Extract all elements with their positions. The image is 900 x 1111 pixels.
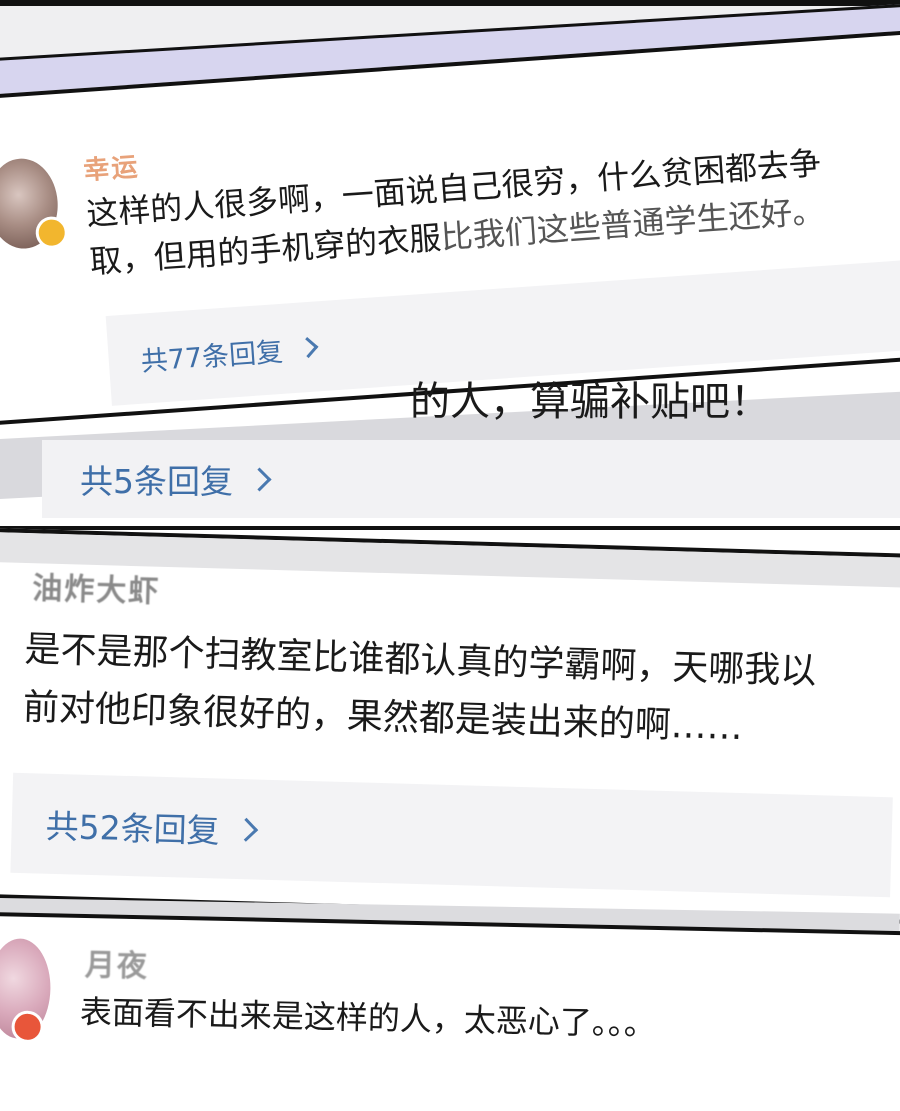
member-badge-icon bbox=[11, 1010, 44, 1044]
comment-panel-3: 油炸大虾 是不是那个扫教室比谁都认真的学霸啊，天哪我以 前对他印象很好的，果然都… bbox=[0, 528, 900, 924]
username[interactable]: 幸运 bbox=[82, 146, 140, 187]
partial-comment-text: 的人，算骗补贴吧！ bbox=[410, 379, 770, 425]
comment-text: 是不是那个扫教室比谁都认真的学霸啊，天哪我以 前对他印象很好的，果然都是装出来的… bbox=[22, 621, 817, 758]
top-border bbox=[0, 0, 900, 6]
comment-text: 表面看不出来是这样的人，太恶心了。。。 bbox=[79, 992, 657, 1043]
chevron-right-icon bbox=[247, 466, 272, 492]
username[interactable]: 油炸大虾 bbox=[32, 563, 161, 611]
comment-panel-4: 月夜 表面看不出来是这样的人，太恶心了。。。 bbox=[0, 912, 900, 1111]
reply-box[interactable]: 共5条回复 bbox=[42, 440, 900, 518]
comment-text: 这样的人很多啊，一面说自己很穷，什么贫困都去争 取，但用的手机穿的衣服比我们这些… bbox=[85, 139, 826, 286]
chevron-right-icon bbox=[234, 817, 259, 842]
reply-count-link[interactable]: 共5条回复 bbox=[80, 455, 233, 503]
username[interactable]: 月夜 bbox=[85, 940, 150, 985]
verified-badge-icon bbox=[34, 215, 69, 250]
reply-box[interactable]: 共52条回复 bbox=[10, 772, 893, 898]
reply-count-link[interactable]: 共52条回复 bbox=[45, 800, 220, 853]
